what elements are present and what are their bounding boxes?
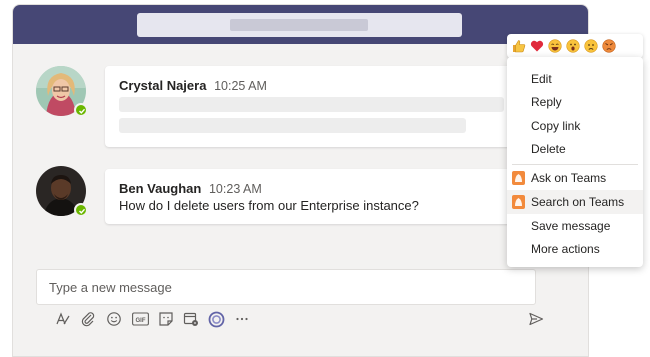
menu-divider: [512, 164, 638, 165]
menu-item-edit[interactable]: Edit: [507, 67, 643, 91]
message-text: How do I delete users from our Enterpris…: [119, 198, 419, 213]
menu-item-label: Search on Teams: [531, 195, 625, 209]
search-placeholder: [230, 19, 368, 31]
compose-box[interactable]: [36, 269, 536, 305]
message-input[interactable]: [37, 270, 535, 304]
menu-item-more-actions[interactable]: More actions: [507, 237, 643, 261]
menu-item-delete[interactable]: Delete: [507, 137, 643, 161]
meet-icon[interactable]: [182, 310, 200, 328]
emoji-icon[interactable]: [105, 310, 123, 328]
angry-reaction-icon[interactable]: [601, 38, 617, 54]
presence-available-icon: [74, 203, 88, 217]
search-bar[interactable]: [137, 13, 462, 37]
app-icon: [512, 171, 525, 188]
gif-label: GIF: [135, 318, 145, 324]
attach-icon[interactable]: [79, 310, 97, 328]
menu-item-ask-on-teams[interactable]: Ask on Teams: [507, 166, 643, 190]
laugh-reaction-icon[interactable]: [547, 38, 563, 54]
loop-icon[interactable]: [207, 310, 225, 328]
app-icon: [512, 195, 525, 212]
more-icon[interactable]: [233, 310, 251, 328]
menu-item-reply[interactable]: Reply: [507, 90, 643, 114]
like-reaction-icon[interactable]: [511, 38, 527, 54]
menu-item-save-message[interactable]: Save message: [507, 214, 643, 238]
format-icon[interactable]: [54, 310, 72, 328]
surprised-reaction-icon[interactable]: [565, 38, 581, 54]
menu-item-search-on-teams[interactable]: Search on Teams: [507, 190, 643, 214]
message-header: Ben Vaughan 10:23 AM: [119, 181, 262, 196]
reaction-bar: [507, 34, 643, 58]
message-placeholder-line: [119, 97, 504, 112]
presence-available-icon: [74, 103, 88, 117]
menu-item-copy-link[interactable]: Copy link: [507, 114, 643, 138]
menu-item-label: Ask on Teams: [531, 171, 607, 185]
message-author: Ben Vaughan: [119, 181, 202, 196]
message-time: 10:25 AM: [214, 79, 267, 93]
avatar[interactable]: [36, 66, 88, 117]
message-placeholder-line: [119, 118, 466, 133]
message-header: Crystal Najera 10:25 AM: [119, 78, 267, 93]
message-time: 10:23 AM: [208, 182, 262, 196]
heart-reaction-icon[interactable]: [529, 38, 545, 54]
send-icon[interactable]: [527, 310, 545, 328]
gif-icon[interactable]: GIF: [131, 310, 149, 328]
message-author: Crystal Najera: [119, 78, 207, 93]
sticker-icon[interactable]: [157, 310, 175, 328]
sad-reaction-icon[interactable]: [583, 38, 599, 54]
avatar[interactable]: [36, 166, 88, 217]
title-bar: [13, 5, 588, 44]
message-context-menu: Edit Reply Copy link Delete Ask on Teams…: [507, 57, 643, 267]
